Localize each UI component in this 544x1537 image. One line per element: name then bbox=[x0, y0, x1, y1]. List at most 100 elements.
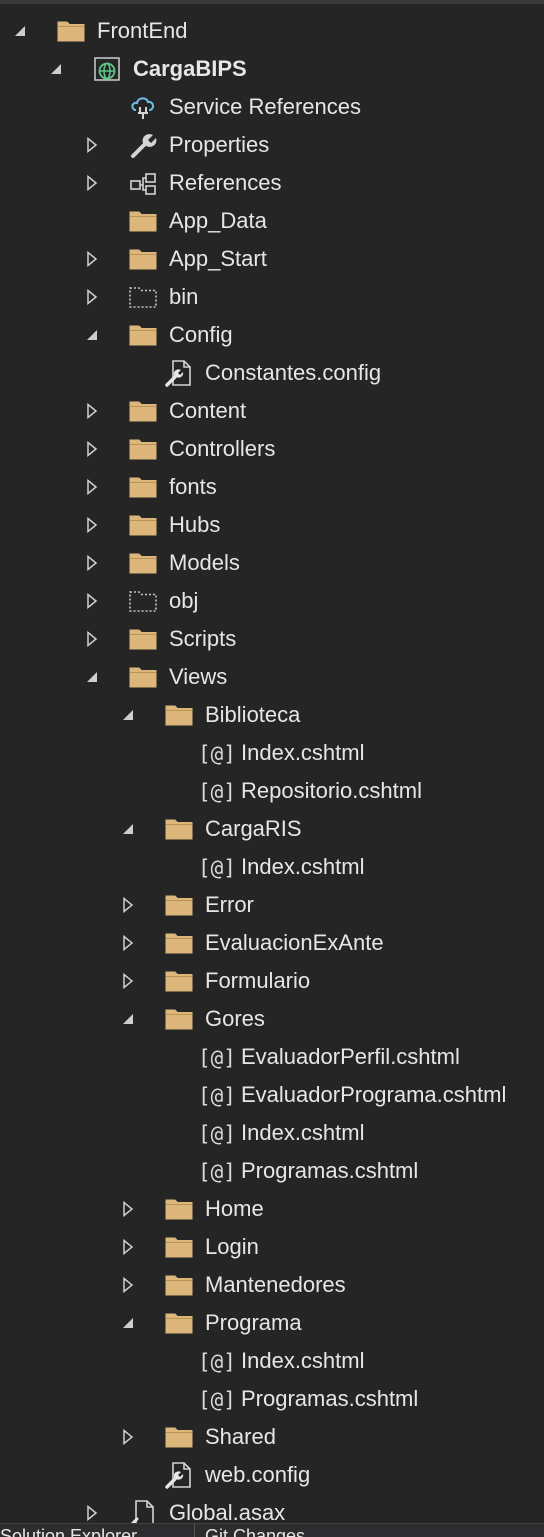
tree-item[interactable]: Error bbox=[0, 886, 544, 924]
tree-item[interactable]: Hubs bbox=[0, 506, 544, 544]
tree-item[interactable]: Controllers bbox=[0, 430, 544, 468]
tree-item[interactable]: web.config bbox=[0, 1456, 544, 1494]
tree-item[interactable]: Shared bbox=[0, 1418, 544, 1456]
folder-icon bbox=[56, 17, 86, 45]
collapsed-arrow-icon[interactable] bbox=[84, 440, 100, 458]
tree-item[interactable]: [@] Index.cshtml bbox=[0, 734, 544, 772]
config-file-icon bbox=[164, 1461, 194, 1489]
folder-icon bbox=[164, 929, 194, 957]
tab-solution-explorer[interactable]: Solution Explorer bbox=[0, 1526, 137, 1537]
tree-item-label: Index.cshtml bbox=[241, 1348, 365, 1373]
tree-item[interactable]: [@] EvaluadorPrograma.cshtml bbox=[0, 1076, 544, 1114]
tree-item[interactable]: Properties bbox=[0, 126, 544, 164]
tree-item-label: Scripts bbox=[169, 626, 237, 651]
folder-icon bbox=[164, 1195, 194, 1223]
collapsed-arrow-icon[interactable] bbox=[84, 630, 100, 648]
tree-item-label: CargaBIPS bbox=[133, 56, 247, 81]
tree-item[interactable]: References bbox=[0, 164, 544, 202]
tree-item[interactable]: CargaRIS bbox=[0, 810, 544, 848]
tree-item-label: Biblioteca bbox=[205, 702, 301, 727]
tree-item[interactable]: Home bbox=[0, 1190, 544, 1228]
tree-item-label: Hubs bbox=[169, 512, 221, 537]
tree-item[interactable]: FrontEnd bbox=[0, 12, 544, 50]
expanded-arrow-icon[interactable] bbox=[120, 1011, 136, 1027]
expanded-arrow-icon[interactable] bbox=[120, 1315, 136, 1331]
tree-item[interactable]: EvaluacionExAnte bbox=[0, 924, 544, 962]
tree-item[interactable]: [@] Repositorio.cshtml bbox=[0, 772, 544, 810]
folder-icon bbox=[128, 625, 158, 653]
collapsed-arrow-icon[interactable] bbox=[84, 402, 100, 420]
tree-item[interactable]: Gores bbox=[0, 1000, 544, 1038]
collapsed-arrow-icon[interactable] bbox=[120, 934, 136, 952]
tree-item[interactable]: Programa bbox=[0, 1304, 544, 1342]
collapsed-arrow-icon[interactable] bbox=[84, 554, 100, 572]
tree-item-label: Index.cshtml bbox=[241, 1120, 365, 1145]
tree-item[interactable]: App_Start bbox=[0, 240, 544, 278]
bottom-tab-bar: Solution Explorer Git Changes bbox=[0, 1523, 544, 1537]
tree-item[interactable]: App_Data bbox=[0, 202, 544, 240]
dotted-folder-icon bbox=[128, 283, 158, 311]
tree-item[interactable]: Constantes.config bbox=[0, 354, 544, 392]
solution-explorer-tree[interactable]: FrontEnd CargaBIPS Service References Prope… bbox=[0, 12, 544, 1532]
expanded-arrow-icon[interactable] bbox=[48, 61, 64, 77]
collapsed-arrow-icon[interactable] bbox=[120, 896, 136, 914]
tree-item[interactable]: [@] Programas.cshtml bbox=[0, 1380, 544, 1418]
folder-icon bbox=[128, 245, 158, 273]
tree-item[interactable]: [@] Index.cshtml bbox=[0, 1114, 544, 1152]
collapsed-arrow-icon[interactable] bbox=[84, 288, 100, 306]
expanded-arrow-icon[interactable] bbox=[12, 23, 28, 39]
collapsed-arrow-icon[interactable] bbox=[84, 1504, 100, 1522]
tree-item[interactable]: Config bbox=[0, 316, 544, 354]
tree-item-label: Repositorio.cshtml bbox=[241, 778, 422, 803]
folder-icon bbox=[164, 1309, 194, 1337]
tree-item[interactable]: Views bbox=[0, 658, 544, 696]
tree-item[interactable]: [@] Index.cshtml bbox=[0, 848, 544, 886]
tree-item[interactable]: [@] Programas.cshtml bbox=[0, 1152, 544, 1190]
collapsed-arrow-icon[interactable] bbox=[120, 1238, 136, 1256]
folder-icon bbox=[128, 663, 158, 691]
tree-item[interactable]: bin bbox=[0, 278, 544, 316]
collapsed-arrow-icon[interactable] bbox=[120, 1428, 136, 1446]
tree-item[interactable]: obj bbox=[0, 582, 544, 620]
expanded-arrow-icon[interactable] bbox=[120, 821, 136, 837]
collapsed-arrow-icon[interactable] bbox=[120, 1200, 136, 1218]
tree-item-label: App_Start bbox=[169, 246, 267, 271]
tree-item[interactable]: Content bbox=[0, 392, 544, 430]
tree-item[interactable]: Biblioteca bbox=[0, 696, 544, 734]
tree-item-label: Models bbox=[169, 550, 240, 575]
tree-item-label: bin bbox=[169, 284, 199, 309]
folder-icon bbox=[164, 701, 194, 729]
tree-item[interactable]: Models bbox=[0, 544, 544, 582]
tree-item[interactable]: CargaBIPS bbox=[0, 50, 544, 88]
collapsed-arrow-icon[interactable] bbox=[84, 174, 100, 192]
tree-item[interactable]: fonts bbox=[0, 468, 544, 506]
collapsed-arrow-icon[interactable] bbox=[84, 136, 100, 154]
tree-item[interactable]: Service References bbox=[0, 88, 544, 126]
tree-item[interactable]: Formulario bbox=[0, 962, 544, 1000]
collapsed-arrow-icon[interactable] bbox=[84, 478, 100, 496]
razor-icon: [@] bbox=[198, 742, 236, 766]
tree-item[interactable]: Login bbox=[0, 1228, 544, 1266]
folder-icon bbox=[164, 1423, 194, 1451]
collapsed-arrow-icon[interactable] bbox=[84, 250, 100, 268]
tree-item-label: Constantes.config bbox=[205, 360, 382, 385]
collapsed-arrow-icon[interactable] bbox=[84, 516, 100, 534]
expanded-arrow-icon[interactable] bbox=[120, 707, 136, 723]
expanded-arrow-icon[interactable] bbox=[84, 669, 100, 685]
tree-item-label: Properties bbox=[169, 132, 270, 157]
tree-item[interactable]: [@] Index.cshtml bbox=[0, 1342, 544, 1380]
expanded-arrow-icon[interactable] bbox=[84, 327, 100, 343]
collapsed-arrow-icon[interactable] bbox=[120, 972, 136, 990]
tree-item-label: Index.cshtml bbox=[241, 854, 365, 879]
razor-icon: [@] bbox=[198, 780, 236, 804]
tree-item[interactable]: Mantenedores bbox=[0, 1266, 544, 1304]
collapsed-arrow-icon[interactable] bbox=[120, 1276, 136, 1294]
razor-icon: [@] bbox=[198, 1160, 236, 1184]
tab-git-changes[interactable]: Git Changes bbox=[205, 1526, 305, 1537]
tree-item-label: Controllers bbox=[169, 436, 276, 461]
tree-item-label: CargaRIS bbox=[205, 816, 302, 841]
razor-icon: [@] bbox=[198, 1046, 236, 1070]
collapsed-arrow-icon[interactable] bbox=[84, 592, 100, 610]
tree-item[interactable]: [@] EvaluadorPerfil.cshtml bbox=[0, 1038, 544, 1076]
tree-item[interactable]: Scripts bbox=[0, 620, 544, 658]
